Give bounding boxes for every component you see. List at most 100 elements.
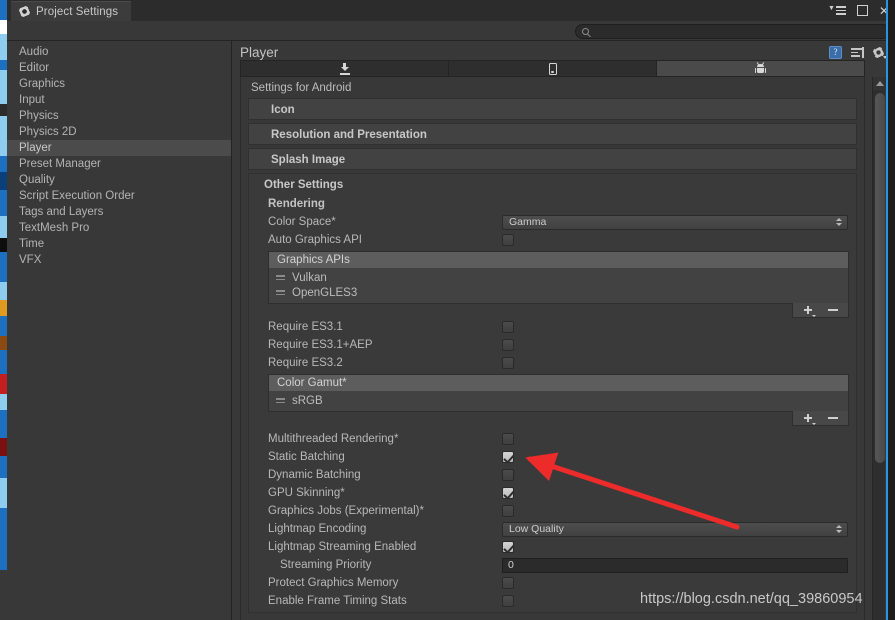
row-static-batching: Static Batching (249, 448, 856, 466)
graphics-jobs-experimental-label: Graphics Jobs (Experimental)* (268, 505, 424, 517)
graphics-api-item[interactable]: Vulkan (269, 270, 848, 285)
multithreaded-rendering-checkbox[interactable] (502, 433, 514, 445)
sidebar-item-textmesh-pro[interactable]: TextMesh Pro (7, 220, 231, 236)
auto-graphics-api-checkbox[interactable] (502, 234, 514, 246)
other-settings-title[interactable]: Other Settings (249, 174, 856, 196)
edge-strip-segment (0, 238, 7, 252)
search-box[interactable] (575, 24, 890, 39)
download-arrow-icon (339, 62, 350, 75)
sidebar-item-vfx[interactable]: VFX (7, 252, 231, 268)
tab-android[interactable] (657, 61, 864, 76)
foldout-resolution-presentation[interactable]: Resolution and Presentation (248, 123, 857, 145)
sidebar-item-physics-2d[interactable]: Physics 2D (7, 124, 231, 140)
sidebar-item-player[interactable]: Player (7, 140, 231, 156)
graphics-jobs-experimental-checkbox[interactable] (502, 505, 514, 517)
color-space-dropdown[interactable]: Gamma (502, 214, 848, 230)
edge-strip-segment (0, 172, 7, 190)
lightmap-encoding-value: Low Quality (509, 523, 564, 535)
drag-handle-icon[interactable] (276, 398, 285, 403)
search-row (7, 21, 895, 41)
foldout-splash-image[interactable]: Splash Image (248, 148, 857, 170)
scroll-up-button[interactable] (873, 77, 886, 90)
sidebar-item-preset-manager[interactable]: Preset Manager (7, 156, 231, 172)
tab-standalone[interactable] (241, 61, 449, 76)
static-batching-label: Static Batching (268, 451, 345, 463)
enable-frame-timing-stats-checkbox[interactable] (502, 595, 514, 607)
project-settings-window: Project Settings ▼ ✕ Audio Editor Graphics… (0, 0, 895, 620)
vertical-scrollbar[interactable] (872, 77, 886, 620)
color-gamut-item[interactable]: sRGB (269, 393, 848, 408)
scrollbar-thumb[interactable] (874, 93, 885, 463)
sidebar-item-script-execution-order[interactable]: Script Execution Order (7, 188, 231, 204)
android-robot-icon (754, 62, 767, 75)
settings-for-label: Settings for Android (251, 82, 352, 94)
add-graphics-api-button[interactable] (803, 305, 816, 317)
lightmap-encoding-dropdown[interactable]: Low Quality (502, 521, 848, 537)
window-right-accent (886, 0, 888, 620)
color-gamut-list: Color Gamut* sRGB (268, 374, 849, 426)
other-settings-section: Other Settings Rendering Color Space* Ga… (248, 173, 857, 613)
window-controls: ▼ ✕ (828, 0, 889, 21)
tab-ios[interactable] (449, 61, 657, 76)
row-lightmap-streaming-enabled: Lightmap Streaming Enabled (249, 538, 856, 556)
maximize-icon[interactable] (856, 5, 868, 16)
other-settings-rows: Multithreaded Rendering* Static Batching D… (249, 430, 856, 610)
require-es3-2-checkbox[interactable] (502, 357, 514, 369)
edge-strip-segment (0, 394, 7, 410)
auto-graphics-api-label: Auto Graphics API (268, 234, 362, 246)
sidebar-item-graphics[interactable]: Graphics (7, 76, 231, 92)
help-book-icon[interactable]: ? (829, 46, 842, 59)
rendering-subtitle: Rendering (268, 198, 325, 210)
gpu-skinning-checkbox[interactable] (502, 487, 514, 499)
remove-color-gamut-button[interactable] (828, 417, 838, 419)
color-gamut-item-label: sRGB (292, 394, 323, 407)
require-es3-1-aep-checkbox[interactable] (502, 339, 514, 351)
chevron-updown-icon (836, 525, 842, 533)
foldout-icon[interactable]: Icon (248, 98, 857, 120)
color-gamut-header: Color Gamut* (268, 374, 849, 391)
sidebar-item-time[interactable]: Time (7, 236, 231, 252)
gear-icon (19, 6, 30, 17)
edge-strip-segment (0, 116, 7, 156)
dynamic-batching-checkbox[interactable] (502, 469, 514, 481)
sidebar-item-input[interactable]: Input (7, 92, 231, 108)
lightmap-streaming-enabled-checkbox[interactable] (502, 541, 514, 553)
window-menu-icon[interactable]: ▼ (828, 5, 846, 15)
streaming-priority-input[interactable]: 0 (502, 557, 848, 573)
edge-strip-segment (0, 374, 7, 394)
row-require-es3-1-aep: Require ES3.1+AEP (249, 336, 856, 354)
sidebar-item-audio[interactable]: Audio (7, 44, 231, 60)
gear-dropdown-icon[interactable] (873, 47, 887, 59)
search-input[interactable] (593, 26, 843, 37)
require-es3-1-checkbox[interactable] (502, 321, 514, 333)
window-tab-project-settings[interactable]: Project Settings (11, 1, 132, 21)
graphics-api-item-label: OpenGLES3 (292, 286, 358, 299)
drag-handle-icon[interactable] (276, 290, 285, 295)
graphics-api-item-label: Vulkan (292, 271, 327, 284)
inspector-body: Settings for Android Icon Resolution and… (240, 77, 865, 620)
multithreaded-rendering-label: Multithreaded Rendering* (268, 433, 399, 445)
graphics-apis-list: Graphics APIs Vulkan OpenGLES3 (268, 251, 849, 318)
sidebar-item-physics[interactable]: Physics (7, 108, 231, 124)
drag-handle-icon[interactable] (276, 275, 285, 280)
static-batching-checkbox[interactable] (502, 451, 514, 463)
sidebar-item-tags-and-layers[interactable]: Tags and Layers (7, 204, 231, 220)
edge-strip-segment (0, 438, 7, 456)
sidebar-item-editor[interactable]: Editor (7, 60, 231, 76)
preset-lines-icon[interactable] (851, 47, 864, 58)
dynamic-batching-label: Dynamic Batching (268, 469, 361, 481)
protect-graphics-memory-checkbox[interactable] (502, 577, 514, 589)
add-color-gamut-button[interactable] (803, 413, 816, 425)
edge-strip-segment (0, 252, 7, 282)
chevron-updown-icon (836, 218, 842, 226)
edge-strip-segment (0, 350, 7, 374)
sidebar-item-quality[interactable]: Quality (7, 172, 231, 188)
graphics-api-item[interactable]: OpenGLES3 (269, 285, 848, 300)
remove-graphics-api-button[interactable] (828, 309, 838, 311)
edge-strip-segment (0, 478, 7, 508)
row-require-es3-1: Require ES3.1 (249, 318, 856, 336)
row-color-space: Color Space* Gamma (249, 213, 856, 231)
row-protect-graphics-memory: Protect Graphics Memory (249, 574, 856, 592)
require-es3-1-label: Require ES3.1 (268, 321, 343, 333)
row-require-es3-2: Require ES3.2 (249, 354, 856, 372)
